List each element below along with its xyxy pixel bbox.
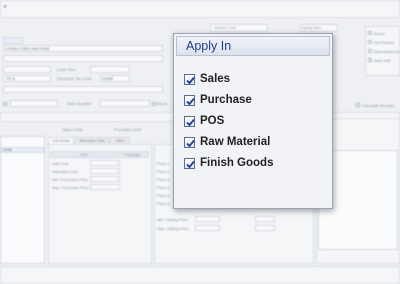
tab-other[interactable]: Other (110, 137, 130, 144)
finish-goods-label: Finish Goods (200, 157, 274, 169)
description-value: CHAIN CORD MACHINE (5, 46, 50, 51)
sales-checkbox[interactable] (184, 73, 195, 85)
auto-checkbox[interactable] (368, 58, 372, 62)
raw-material-checkbox[interactable] (184, 136, 195, 148)
purchase-uom-label: Purchase UOM (114, 127, 142, 132)
price-label: Price 6 (157, 201, 170, 206)
raw-material-label: Raw Material (200, 136, 271, 148)
option-raw-material[interactable]: Raw Material (184, 134, 270, 150)
check-icon (186, 97, 195, 105)
grid-cell[interactable] (90, 184, 120, 190)
grid-row-label: Standard Cost (52, 169, 78, 174)
check-icon (186, 160, 195, 168)
price-label: Price 1 (157, 161, 170, 166)
not-printed-label: Not Printed (374, 40, 395, 45)
check-icon (186, 76, 195, 84)
header-field-label: Aging Item (302, 25, 322, 30)
min-selling-field-2[interactable] (255, 216, 275, 222)
max-selling-field-2[interactable] (255, 225, 275, 231)
pos-checkbox[interactable] (184, 115, 195, 127)
check-icon (186, 139, 195, 147)
calc-reorder-label: Calculate Reorder (362, 103, 395, 108)
lead-time-field[interactable] (90, 66, 130, 73)
popup-header: Apply In (176, 36, 330, 56)
grid-row-label: Unit Cost (52, 161, 69, 166)
not-printed-checkbox[interactable] (368, 40, 372, 44)
remarks-field[interactable] (3, 86, 163, 93)
tax-value: TP-8 (6, 76, 15, 81)
auto-label: Auto Infill (374, 58, 391, 63)
max-selling-label: Max. Selling Price (157, 226, 190, 231)
active-label: Active (374, 31, 385, 36)
grid-cell[interactable] (90, 176, 120, 182)
lead-time-label: Lead Time (57, 67, 76, 72)
toolbar-icon: ◢ (3, 3, 7, 8)
purchase-checkbox[interactable] (184, 94, 195, 106)
calc-reorder-checkbox[interactable] (356, 103, 360, 107)
price-label: Price 2 (157, 169, 170, 174)
min-selling-field[interactable] (195, 216, 220, 222)
option-field[interactable] (10, 100, 58, 107)
purchase-label: Purchase (200, 94, 252, 106)
stock-label: Stock (157, 101, 168, 106)
purchase-tax-value: KEMP (102, 76, 114, 81)
toolbar (0, 0, 400, 18)
option-pos[interactable]: POS (184, 113, 224, 129)
main-supplier-label: Main Supplier (67, 101, 92, 106)
misc-checkbox[interactable] (368, 49, 372, 53)
min-selling-label: Min. Selling Price (157, 217, 188, 222)
finish-goods-checkbox[interactable] (184, 157, 195, 169)
status-bar (0, 266, 400, 284)
header-field-label: Invoice Cost (214, 25, 237, 30)
main-supplier-field[interactable] (100, 100, 150, 107)
grid-cell[interactable] (90, 160, 120, 166)
option-sales[interactable]: Sales (184, 71, 230, 87)
price-label: Price 3 (157, 177, 170, 182)
group-field[interactable] (3, 66, 51, 73)
grid-header-unit: Unit (80, 152, 88, 157)
check-icon (186, 118, 195, 126)
option-purchase[interactable]: Purchase (184, 92, 252, 108)
code-field[interactable] (3, 37, 23, 44)
grid-row-label: Max. Purchase Price (52, 185, 89, 190)
stock-checkbox[interactable] (152, 102, 156, 106)
units-tree[interactable] (0, 136, 45, 264)
apply-in-popup: Apply In Sales Purchase POS Raw Material… (173, 33, 333, 209)
misc-label: Miscellaneous (374, 49, 400, 54)
tab-unit-details[interactable]: Unit Details (48, 137, 74, 144)
purchase-tax-label: Purchase Tax Code (57, 76, 92, 81)
price-label: Price 4 (157, 185, 170, 190)
option-checkbox[interactable] (3, 102, 7, 106)
sales-label: Sales (200, 73, 231, 85)
name-field[interactable] (3, 55, 163, 62)
sales-uom-label: Sales UOM (62, 127, 83, 132)
popup-title: Apply In (186, 39, 232, 53)
max-selling-field[interactable] (195, 225, 220, 231)
price-label: Price 5 (157, 193, 170, 198)
pos-label: POS (200, 115, 225, 127)
tab-alternative-units[interactable]: Alternative Units (75, 137, 109, 144)
option-finish-goods[interactable]: Finish Goods (184, 155, 273, 171)
tree-root: Units (3, 147, 13, 152)
grid-cell[interactable] (90, 168, 120, 174)
active-checkbox[interactable] (368, 31, 372, 35)
grid-row-label: Min. Purchase Price (52, 177, 88, 182)
grid-header-package: Package (125, 152, 141, 157)
